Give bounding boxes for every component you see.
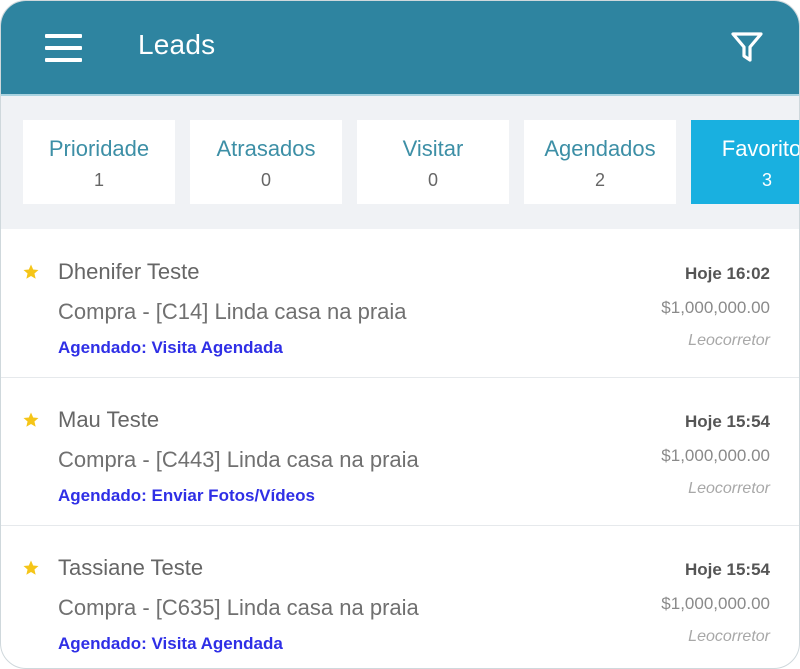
tab-visitar[interactable]: Visitar 0 [357, 120, 509, 204]
star-icon[interactable] [22, 559, 40, 577]
app-screen: Leads Prioridade 1 Atrasados 0 Visitar 0… [0, 0, 800, 669]
lead-price: $1,000,000.00 [661, 298, 770, 317]
page-title: Leads [138, 29, 216, 60]
lead-item[interactable]: Mau Teste Compra - [C443] Linda casa na … [1, 377, 799, 526]
lead-description: Compra - [C443] Linda casa na praia [58, 447, 419, 472]
tab-count: 1 [93, 170, 104, 190]
lead-status: Agendado: Enviar Fotos/Vídeos [58, 486, 315, 505]
lead-time: Hoje 15:54 [684, 560, 770, 579]
lead-time: Hoje 16:02 [684, 264, 770, 283]
lead-agent: Leocorretor [688, 332, 770, 349]
tab-label: Favoritos [721, 136, 799, 161]
tab-count: 0 [260, 170, 271, 190]
tab-label: Atrasados [216, 136, 316, 161]
lead-name: Dhenifer Teste [58, 259, 200, 284]
filter-tabs: Prioridade 1 Atrasados 0 Visitar 0 Agend… [1, 96, 799, 229]
tab-label: Prioridade [48, 136, 150, 161]
lead-description: Compra - [C635] Linda casa na praia [58, 595, 419, 620]
star-icon[interactable] [22, 411, 40, 429]
tab-count: 3 [761, 170, 772, 190]
lead-time: Hoje 15:54 [684, 412, 770, 431]
lead-description: Compra - [C14] Linda casa na praia [58, 299, 407, 324]
tab-label: Visitar [402, 136, 464, 161]
lead-name: Tassiane Teste [58, 555, 204, 580]
lead-status: Agendado: Visita Agendada [58, 634, 283, 653]
lead-price: $1,000,000.00 [661, 446, 770, 465]
tab-agendados[interactable]: Agendados 2 [524, 120, 676, 204]
star-icon[interactable] [22, 263, 40, 281]
tab-prioridade[interactable]: Prioridade 1 [23, 120, 175, 204]
lead-status: Agendado: Visita Agendada [58, 338, 283, 357]
hamburger-menu-icon[interactable] [45, 34, 82, 62]
tab-atrasados[interactable]: Atrasados 0 [190, 120, 342, 204]
lead-agent: Leocorretor [688, 628, 770, 645]
tab-favoritos[interactable]: Favoritos 3 [691, 120, 799, 204]
lead-price: $1,000,000.00 [661, 594, 770, 613]
lead-item[interactable]: Tassiane Teste Compra - [C635] Linda cas… [1, 525, 799, 668]
filter-icon[interactable] [729, 29, 765, 65]
tab-count: 2 [594, 170, 605, 190]
leads-list: Dhenifer Teste Compra - [C14] Linda casa… [1, 229, 799, 668]
app-bar: Leads [1, 1, 799, 96]
lead-name: Mau Teste [58, 407, 160, 432]
lead-item[interactable]: Dhenifer Teste Compra - [C14] Linda casa… [1, 229, 799, 378]
tab-label: Agendados [544, 136, 656, 161]
tab-count: 0 [427, 170, 438, 190]
lead-agent: Leocorretor [688, 480, 770, 497]
